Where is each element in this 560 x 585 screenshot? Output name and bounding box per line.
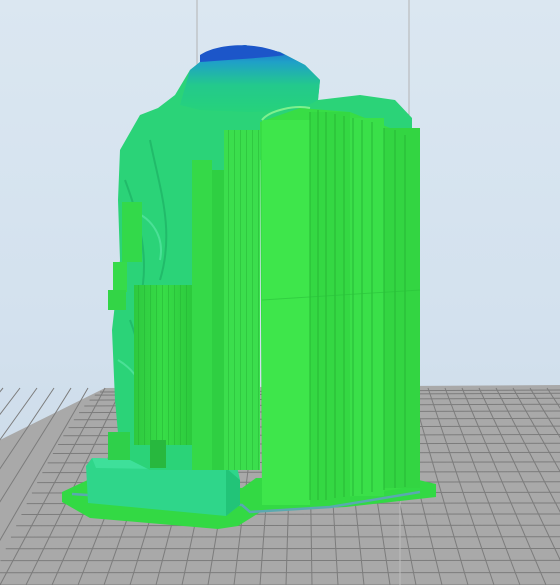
3d-viewport[interactable] — [0, 0, 560, 585]
scene-canvas[interactable] — [0, 0, 560, 585]
support-structure[interactable] — [260, 106, 421, 505]
